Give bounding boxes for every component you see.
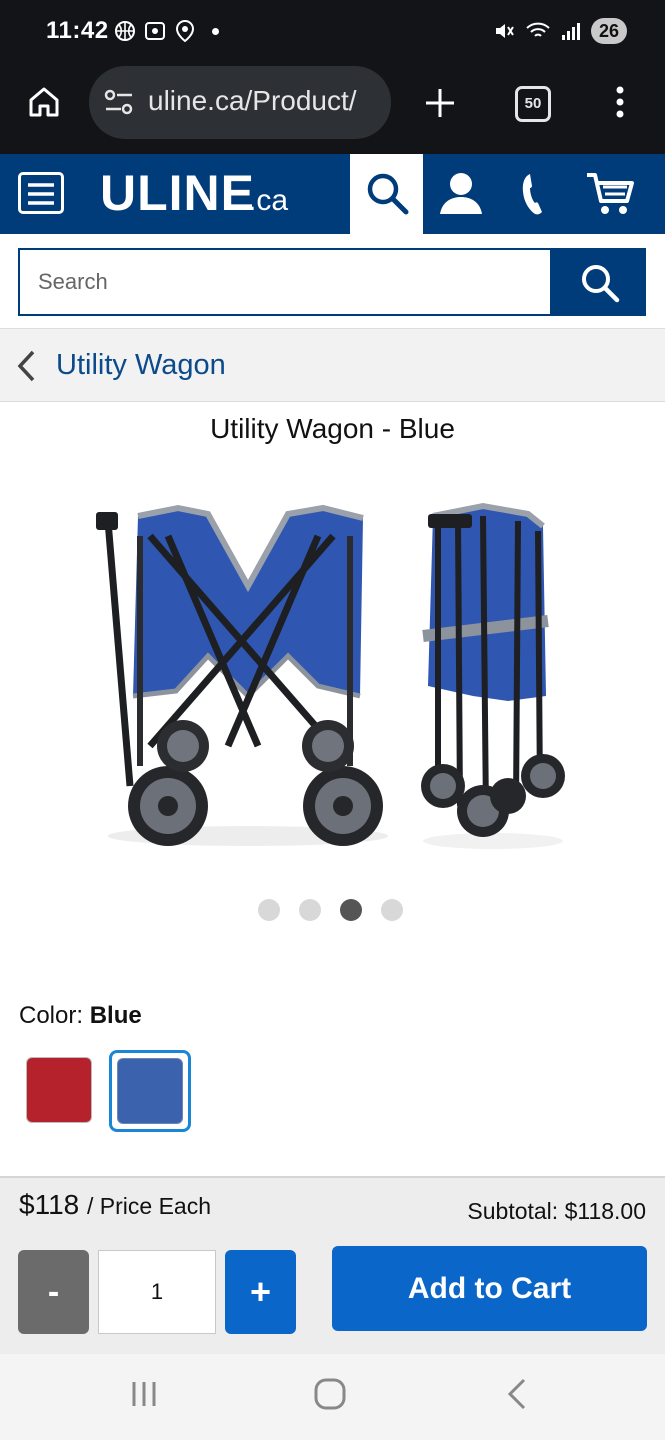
wifi-icon <box>526 22 550 37</box>
url-text[interactable]: uline.ca/Product/ <box>148 85 357 117</box>
color-label: Color: Blue <box>19 1002 142 1030</box>
color-swatch-red[interactable] <box>26 1057 92 1123</box>
subtotal: Subtotal: $118.00 <box>467 1198 646 1224</box>
breadcrumb[interactable]: Utility Wagon <box>0 328 665 402</box>
color-label-text: Color: <box>19 1002 84 1029</box>
basketball-icon <box>115 21 135 41</box>
uline-logo[interactable]: ULINE <box>100 164 255 222</box>
status-notification-icons <box>114 19 219 43</box>
breadcrumb-label[interactable]: Utility Wagon <box>56 349 226 382</box>
price-unit: / Price Each <box>87 1193 211 1219</box>
add-to-cart-button[interactable]: Add to Cart <box>332 1246 647 1331</box>
carousel-dot-1[interactable] <box>258 899 280 921</box>
phone-icon[interactable] <box>520 172 550 216</box>
search-icon <box>367 173 409 215</box>
search-input[interactable] <box>20 250 550 314</box>
recent-apps-icon[interactable] <box>128 1378 160 1410</box>
price-amount: $118 <box>19 1189 80 1220</box>
quantity-increase-button[interactable]: + <box>225 1250 296 1334</box>
header-search-button[interactable] <box>350 154 423 234</box>
price: $118 / Price Each <box>19 1189 211 1221</box>
tab-switcher-button[interactable]: 50 <box>515 86 551 122</box>
status-system-icons: 26 <box>493 18 627 44</box>
account-icon[interactable] <box>438 170 484 216</box>
quantity-decrease-button[interactable]: - <box>18 1250 89 1334</box>
cart-icon[interactable] <box>585 171 635 217</box>
back-nav-icon[interactable] <box>504 1376 530 1412</box>
image-carousel-dots[interactable] <box>258 899 403 921</box>
search-button[interactable] <box>552 248 646 316</box>
selected-color: Blue <box>89 1002 142 1029</box>
android-navigation-bar <box>0 1354 665 1440</box>
product-image[interactable] <box>88 496 588 866</box>
browser-toolbar: uline.ca/Product/ 50 <box>0 66 665 154</box>
carousel-dot-2[interactable] <box>299 899 321 921</box>
utility-wagon-photo-icon <box>96 502 565 849</box>
status-time: 11:42 <box>46 17 109 44</box>
mute-icon <box>495 24 514 38</box>
battery-indicator: 26 <box>590 18 627 44</box>
color-swatch-blue-fill <box>117 1058 183 1124</box>
status-bar: 11:42 26 <box>0 0 665 66</box>
product-title: Utility Wagon - Blue <box>210 413 455 444</box>
uline-logo-tld: .ca <box>248 184 289 217</box>
search-icon <box>582 265 620 303</box>
hamburger-icon <box>28 183 54 205</box>
carousel-dot-3[interactable] <box>340 899 362 921</box>
screenshot-icon <box>145 22 165 40</box>
chevron-left-icon <box>17 350 35 382</box>
hamburger-menu-button[interactable] <box>18 172 64 214</box>
quantity-input[interactable] <box>98 1250 216 1334</box>
new-tab-icon[interactable] <box>423 86 457 120</box>
color-swatch-blue[interactable] <box>109 1050 191 1132</box>
dot-icon <box>212 27 219 35</box>
home-icon[interactable] <box>26 84 62 120</box>
more-menu-icon[interactable] <box>610 84 630 120</box>
purchase-bar: $118 / Price Each Subtotal: $118.00 - + … <box>0 1176 665 1356</box>
location-icon <box>175 19 195 43</box>
signal-icon <box>561 23 580 40</box>
search-field[interactable] <box>18 248 552 316</box>
carousel-dot-4[interactable] <box>381 899 403 921</box>
home-nav-icon[interactable] <box>312 1376 348 1412</box>
site-header: ULINE .ca <box>0 154 665 234</box>
site-settings-icon[interactable] <box>104 88 134 116</box>
